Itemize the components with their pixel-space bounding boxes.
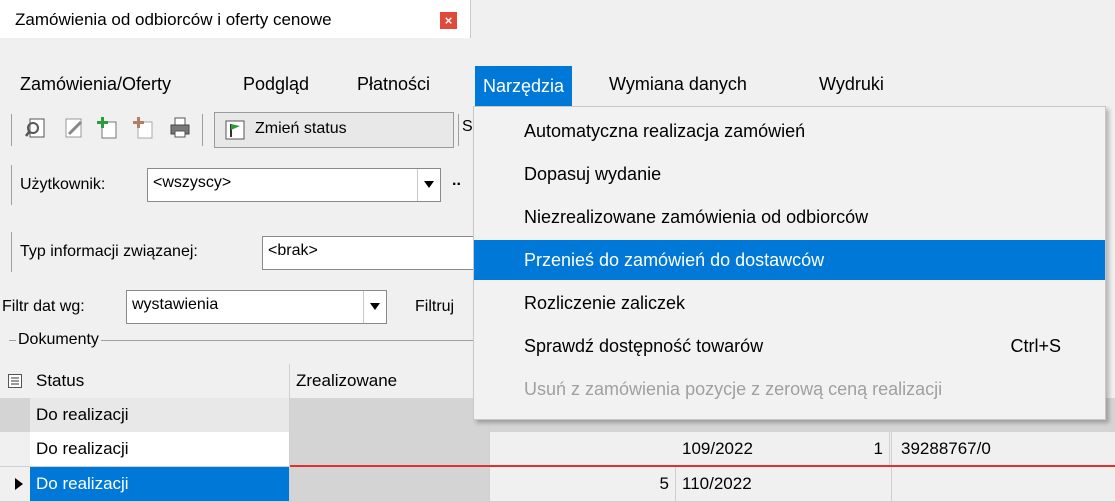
column-header-status-label: Status bbox=[36, 371, 85, 390]
menu-item-label: Niezrealizowane zamówienia od odbiorców bbox=[524, 207, 869, 227]
column-header-zrealizowane[interactable]: Zrealizowane bbox=[290, 364, 490, 398]
narzedzia-dropdown-menu: Automatyczna realizacja zamówień Dopasuj… bbox=[473, 106, 1106, 420]
ref-cell: 39288767/0 bbox=[895, 432, 1115, 466]
toolbar-cut-label: S bbox=[462, 118, 473, 135]
filter-label[interactable]: Filtruj bbox=[415, 298, 454, 316]
user-select-value: <wszyscy> bbox=[153, 174, 232, 191]
chevron-down-icon[interactable] bbox=[363, 291, 386, 323]
count-cell: 5 bbox=[490, 467, 676, 501]
toolbar-separator bbox=[11, 114, 12, 146]
status-value: Do realizacji bbox=[36, 439, 129, 458]
column-chooser-icon[interactable] bbox=[8, 374, 22, 388]
edit-document-icon[interactable] bbox=[62, 116, 86, 140]
menu-item-dopasuj-wydanie[interactable]: Dopasuj wydanie bbox=[474, 154, 1105, 194]
menu-item-label: Rozliczenie zaliczek bbox=[524, 293, 686, 313]
add-document-icon[interactable] bbox=[95, 116, 119, 140]
menu-item-label: Automatyczna realizacja zamówień bbox=[524, 121, 806, 141]
user-label: Użytkownik: bbox=[20, 176, 106, 193]
search-document-icon[interactable] bbox=[24, 116, 48, 140]
date-filter-select[interactable]: wystawienia bbox=[126, 290, 387, 324]
number-value: 110/2022 bbox=[682, 474, 752, 493]
menu-platnosci[interactable]: Płatności bbox=[357, 74, 430, 95]
menu-item-niezrealizowane-zamowienia[interactable]: Niezrealizowane zamówienia od odbiorców bbox=[474, 197, 1105, 237]
toolbar: Zmień status S bbox=[0, 106, 480, 152]
status-cell: Do realizacji bbox=[30, 432, 290, 466]
row-separator bbox=[11, 165, 12, 205]
menu-item-shortcut: Ctrl+S bbox=[1010, 336, 1061, 356]
printer-icon[interactable] bbox=[168, 116, 192, 140]
toolbar-separator bbox=[202, 114, 203, 146]
date-filter-label: Filtr dat wg: bbox=[2, 298, 85, 315]
status-cell: Do realizacji bbox=[30, 398, 290, 432]
tab-title: Zamówienia od odbiorców i oferty cenowe bbox=[15, 10, 332, 29]
info-type-select[interactable]: <brak> bbox=[262, 236, 473, 270]
status-value: Do realizacji bbox=[36, 405, 129, 424]
menu-item-usun-pozycje-zerowa-cena: Usuń z zamówienia pozycje z zerową ceną … bbox=[474, 369, 1105, 409]
table-row-selected[interactable]: Do realizacji 5 110/2022 bbox=[0, 467, 1115, 502]
number-cell: 109/2022 bbox=[676, 432, 892, 466]
user-select[interactable]: <wszyscy> bbox=[147, 168, 441, 202]
info-type-label: Typ informacji związanej: bbox=[20, 243, 198, 260]
documents-group-label: Dokumenty bbox=[16, 331, 101, 349]
menu-bar: Zamówienia/Oferty Podgląd Płatności Narz… bbox=[0, 66, 1115, 106]
menu-item-label: Przenieś do zamówień do dostawców bbox=[524, 250, 825, 270]
menu-item-label: Dopasuj wydanie bbox=[524, 164, 662, 184]
realized-cell bbox=[290, 398, 490, 432]
row-separator bbox=[11, 232, 12, 272]
status-value: Do realizacji bbox=[36, 474, 129, 493]
menu-item-label: Sprawdź dostępność towarów bbox=[524, 336, 764, 356]
menu-podglad[interactable]: Podgląd bbox=[243, 74, 309, 95]
menu-item-przenies-do-zamowien[interactable]: Przenieś do zamówień do dostawców bbox=[474, 240, 1105, 280]
menu-wymiana-danych[interactable]: Wymiana danych bbox=[609, 74, 747, 95]
realized-cell bbox=[290, 467, 490, 501]
document-tab[interactable]: Zamówienia od odbiorców i oferty cenowe … bbox=[0, 0, 471, 38]
row-pointer-icon bbox=[15, 478, 23, 490]
flag-icon bbox=[225, 120, 245, 140]
table-row[interactable]: Do realizacji 1 39288767/0 109/2022 bbox=[0, 432, 1115, 467]
change-status-label: Zmień status bbox=[255, 120, 347, 137]
user-more-button[interactable]: .. bbox=[452, 172, 461, 190]
toolbar-separator bbox=[458, 114, 459, 146]
copy-document-icon[interactable] bbox=[131, 116, 155, 140]
chevron-down-icon[interactable] bbox=[417, 169, 440, 201]
menu-item-automatyczna-realizacja[interactable]: Automatyczna realizacja zamówień bbox=[474, 111, 1105, 151]
close-icon[interactable]: × bbox=[440, 12, 457, 29]
status-cell: Do realizacji bbox=[30, 467, 290, 501]
ref-value: 39288767/0 bbox=[901, 439, 991, 458]
menu-zamowienia-oferty[interactable]: Zamówienia/Oferty bbox=[20, 74, 171, 95]
column-header-zrealizowane-label: Zrealizowane bbox=[296, 371, 398, 390]
number-value: 109/2022 bbox=[682, 439, 753, 458]
change-status-button[interactable]: Zmień status bbox=[214, 112, 454, 148]
menu-item-label: Usuń z zamówienia pozycje z zerową ceną … bbox=[524, 379, 943, 399]
realized-cell bbox=[290, 432, 490, 466]
info-type-value: <brak> bbox=[268, 242, 318, 259]
column-header-status[interactable]: Status bbox=[30, 364, 290, 398]
menu-item-rozliczenie-zaliczek[interactable]: Rozliczenie zaliczek bbox=[474, 283, 1105, 323]
menu-wydruki[interactable]: Wydruki bbox=[819, 74, 884, 95]
number-cell: 110/2022 bbox=[676, 467, 892, 501]
menu-narzedzia[interactable]: Narzędzia bbox=[475, 66, 573, 106]
count-value: 5 bbox=[659, 474, 669, 493]
date-filter-value: wystawienia bbox=[132, 296, 219, 313]
menu-item-sprawdz-dostepnosc[interactable]: Sprawdź dostępność towarów Ctrl+S bbox=[474, 326, 1105, 366]
